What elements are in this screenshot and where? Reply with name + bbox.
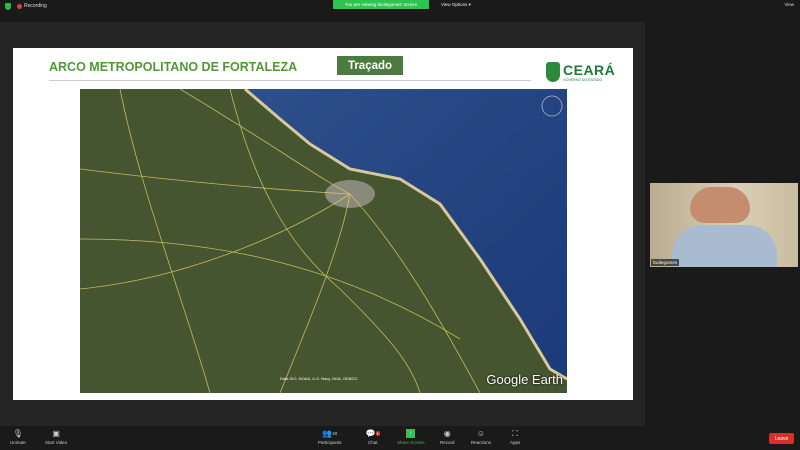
person-face (690, 187, 750, 223)
logo-text: CEARÁ (563, 62, 616, 78)
chat-label: Chat (368, 440, 378, 445)
slide-title: ARCO METROPOLITANO DE FORTALEZA (49, 60, 298, 74)
leave-button[interactable]: Leave (769, 433, 794, 444)
person-shirt (672, 225, 777, 267)
reactions-label: Reactions (471, 440, 492, 445)
participant-count: 40 (332, 431, 338, 436)
divider (49, 80, 531, 81)
participants-label: Participants (318, 440, 342, 445)
meeting-toolbar: 🎙 Unmute ▣ Start Video 👥 40 Participants 💬 1 C… (0, 426, 800, 450)
chat-button[interactable]: 💬 1 Chat (365, 429, 380, 445)
recording-indicator[interactable]: Recording (17, 3, 47, 9)
participants-button[interactable]: 👥 40 Participants (318, 429, 342, 445)
ceara-logo: CEARÁ GOVERNO DO ESTADO (546, 62, 615, 82)
slide-badge: Traçado (337, 56, 403, 75)
map-graphic (80, 89, 567, 393)
apps-label: Apps (510, 440, 521, 445)
participants-icon: 👥 40 (322, 429, 338, 438)
apps-icon: ⛶ (512, 428, 518, 438)
presentation-slide: ARCO METROPOLITANO DE FORTALEZA Traçado … (13, 48, 633, 400)
record-dot-icon (17, 3, 22, 9)
top-bar: Recording You are viewing facilegomes' s… (0, 0, 800, 12)
unmute-button[interactable]: 🎙 Unmute (10, 429, 26, 445)
mouse-cursor-icon: ➤ (613, 280, 620, 289)
security-shield-icon[interactable] (5, 3, 11, 10)
record-icon: ◉ (443, 429, 451, 438)
record-button[interactable]: ◉ Record (440, 429, 455, 445)
reactions-button[interactable]: ☺ Reactions (471, 429, 491, 445)
crest-icon (546, 62, 560, 82)
muted-mic-icon: 🎙 (12, 429, 23, 438)
share-screen-button[interactable]: ↑ Share Screen (397, 429, 425, 445)
satellite-map: Data SIO, NOAA, U.S. Navy, NGA, GEBCO Go… (80, 89, 567, 393)
unmute-label: Unmute (10, 440, 26, 445)
view-options-button[interactable]: View Options ▾ (441, 2, 471, 8)
chat-icon: 💬 1 (365, 429, 380, 438)
participant-name: facilegomes (651, 259, 680, 266)
participant-video[interactable]: facilegomes (650, 183, 798, 267)
record-label: Record (440, 440, 455, 445)
logo-subtext: GOVERNO DO ESTADO (563, 78, 603, 82)
share-screen-label: Share Screen (397, 440, 425, 445)
share-screen-icon: ↑ (406, 429, 416, 438)
google-earth-logo: Google Earth (486, 372, 563, 387)
chat-badge: 1 (375, 431, 380, 436)
recording-label: Recording (24, 3, 47, 9)
video-off-icon: ▣ (52, 429, 60, 438)
start-video-label: Start Video (45, 440, 68, 445)
view-button[interactable]: View (784, 2, 794, 7)
reactions-icon: ☺ (476, 429, 486, 438)
viewing-banner: You are viewing facilegomes' screen (333, 0, 429, 9)
start-video-button[interactable]: ▣ Start Video (45, 429, 67, 445)
apps-button[interactable]: ⛶ Apps (510, 428, 521, 446)
map-attribution: Data SIO, NOAA, U.S. Navy, NGA, GEBCO (280, 376, 358, 381)
